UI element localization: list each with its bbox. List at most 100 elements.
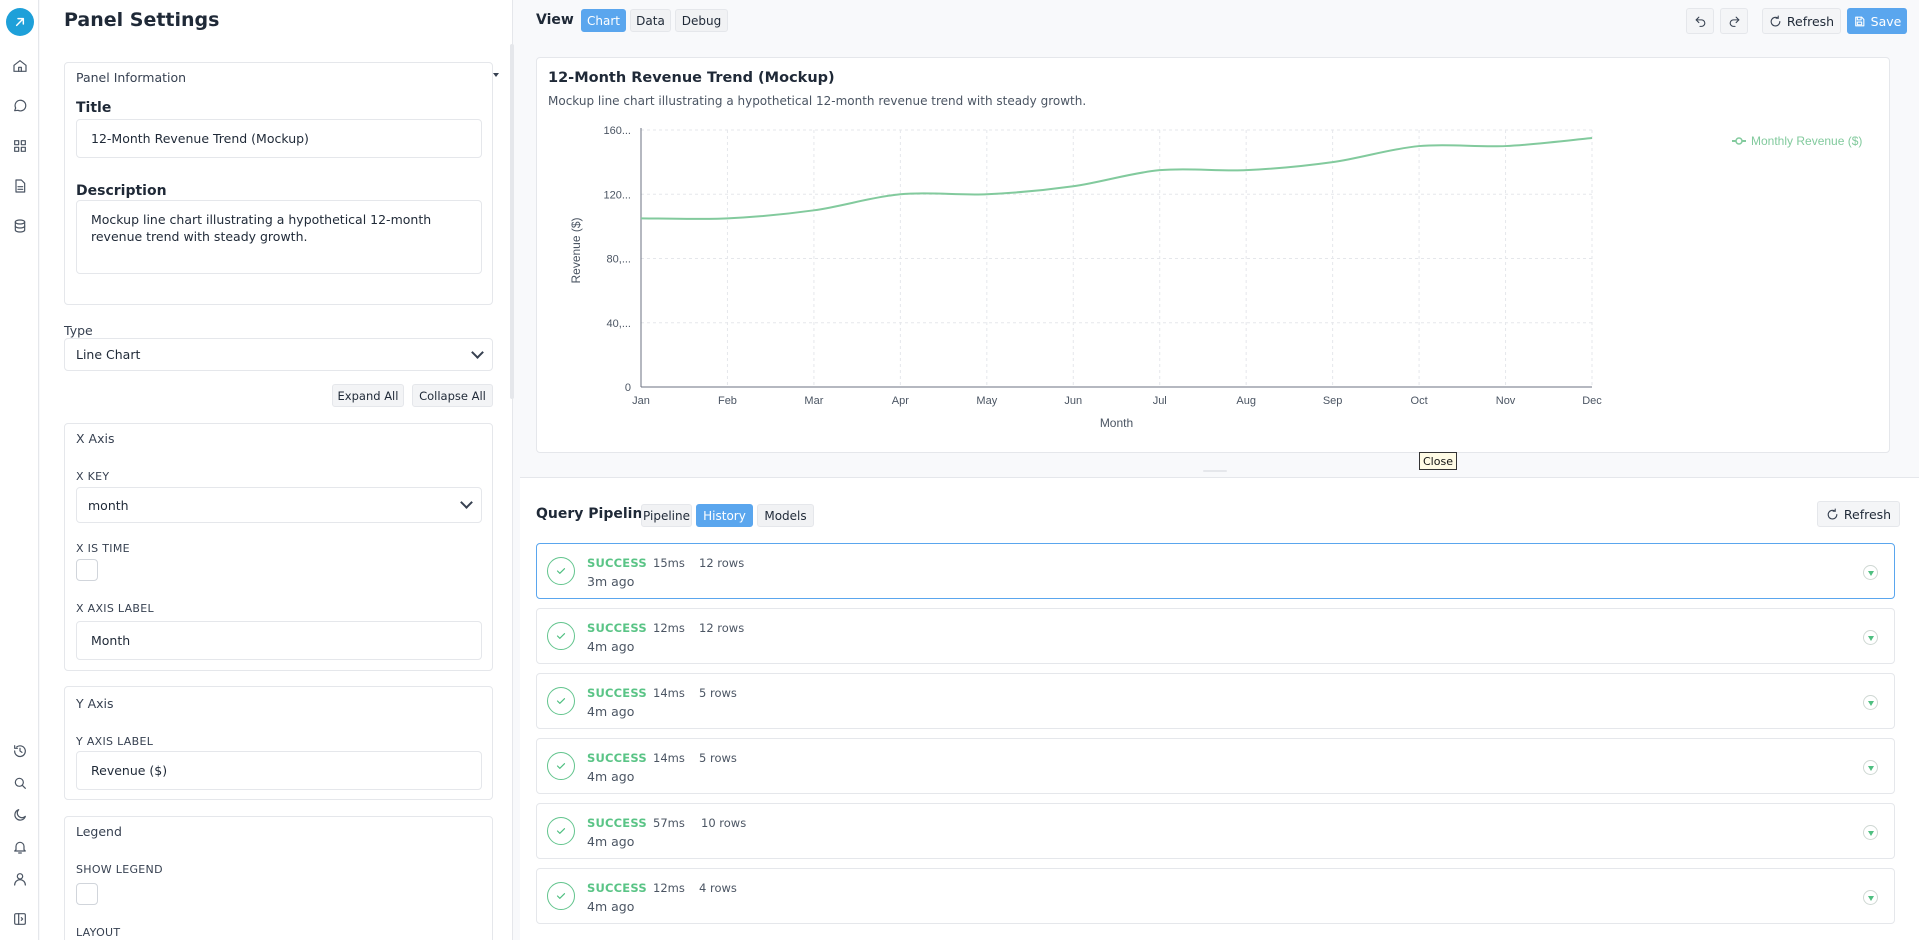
search-icon[interactable] bbox=[10, 773, 30, 793]
y-axis-header[interactable]: Y Axis bbox=[76, 696, 114, 711]
run-history-item[interactable]: SUCCESS 15ms 12 rows 3m ago bbox=[536, 543, 1895, 599]
run-row-count: 5 rows bbox=[699, 751, 737, 765]
refresh-button[interactable]: Refresh bbox=[1762, 8, 1841, 34]
type-select[interactable]: Line Chart bbox=[64, 338, 493, 371]
main-area: View Chart Data Debug Refresh Save 12-Mo… bbox=[520, 0, 1919, 940]
x-axis-label-input[interactable]: Month bbox=[76, 621, 482, 660]
y-axis-label-input[interactable]: Revenue ($) bbox=[76, 751, 482, 790]
y-axis-card: Y Axis Y AXIS LABEL Revenue ($) bbox=[64, 686, 493, 800]
expand-all-button[interactable]: Expand All bbox=[332, 384, 404, 407]
pipeline-refresh-button[interactable]: Refresh bbox=[1817, 501, 1900, 527]
x-tick-label: Sep bbox=[1323, 395, 1343, 407]
expand-run-icon[interactable] bbox=[1863, 630, 1878, 645]
run-time-ago: 3m ago bbox=[587, 574, 635, 589]
run-history-item[interactable]: SUCCESS 12ms 12 rows 4m ago bbox=[536, 608, 1895, 664]
chevron-down-icon bbox=[471, 345, 484, 359]
expand-run-icon[interactable] bbox=[1863, 695, 1878, 710]
x-tick-label: Feb bbox=[718, 395, 737, 407]
y-axis-title: Revenue ($) bbox=[569, 217, 583, 283]
legend-header[interactable]: Legend bbox=[76, 824, 122, 839]
undo-icon bbox=[1695, 16, 1705, 27]
document-icon[interactable] bbox=[10, 176, 30, 196]
run-row-count: 12 rows bbox=[699, 556, 745, 570]
save-label: Save bbox=[1870, 13, 1902, 29]
tab-data[interactable]: Data bbox=[630, 9, 671, 32]
tab-chart[interactable]: Chart bbox=[581, 9, 626, 32]
history-icon[interactable] bbox=[10, 741, 30, 761]
show-legend-label: SHOW LEGEND bbox=[76, 863, 163, 876]
run-time-ago: 4m ago bbox=[587, 639, 635, 654]
run-history-item[interactable]: SUCCESS 57ms 10 rows 4m ago bbox=[536, 803, 1895, 859]
dashboards-icon[interactable] bbox=[10, 136, 30, 156]
run-status: SUCCESS bbox=[587, 816, 647, 830]
x-tick-label: Aug bbox=[1236, 395, 1256, 407]
redo-button[interactable] bbox=[1720, 8, 1748, 34]
refresh-label: Refresh bbox=[1786, 13, 1835, 29]
x-axis-header[interactable]: X Axis bbox=[76, 431, 114, 446]
run-time-ago: 4m ago bbox=[587, 769, 635, 784]
expand-run-icon[interactable] bbox=[1863, 760, 1878, 775]
x-key-value: month bbox=[88, 497, 129, 513]
chat-icon[interactable] bbox=[10, 96, 30, 116]
collapse-all-button[interactable]: Collapse All bbox=[412, 384, 493, 407]
x-key-label: X KEY bbox=[76, 470, 110, 483]
moon-icon[interactable] bbox=[10, 805, 30, 825]
y-tick-label: 80,... bbox=[607, 254, 631, 266]
caret-down-icon[interactable] bbox=[493, 73, 499, 77]
show-legend-checkbox[interactable] bbox=[76, 883, 98, 905]
run-time-ago: 4m ago bbox=[587, 834, 635, 849]
sidebar-toggle-icon[interactable] bbox=[10, 909, 30, 929]
panel-information-header[interactable]: Panel Information bbox=[76, 70, 186, 85]
run-history-item[interactable]: SUCCESS 14ms 5 rows 4m ago bbox=[536, 738, 1895, 794]
run-duration: 12ms bbox=[653, 621, 685, 635]
tab-models[interactable]: Models bbox=[757, 504, 814, 527]
x-tick-label: Oct bbox=[1411, 395, 1428, 407]
refresh-icon bbox=[1770, 15, 1781, 26]
success-check-icon bbox=[547, 687, 575, 715]
save-button[interactable]: Save bbox=[1847, 8, 1907, 34]
x-axis-label-label: X AXIS LABEL bbox=[76, 602, 154, 615]
run-duration: 12ms bbox=[653, 881, 685, 895]
success-check-icon bbox=[547, 557, 575, 585]
success-check-icon bbox=[547, 622, 575, 650]
y-tick-label: 160... bbox=[603, 125, 631, 137]
x-is-time-checkbox[interactable] bbox=[76, 559, 98, 581]
expand-run-icon[interactable] bbox=[1863, 890, 1878, 905]
run-status: SUCCESS bbox=[587, 686, 647, 700]
home-icon[interactable] bbox=[10, 56, 30, 76]
tab-debug[interactable]: Debug bbox=[675, 9, 728, 32]
database-icon[interactable] bbox=[10, 216, 30, 236]
x-tick-label: Nov bbox=[1496, 395, 1516, 407]
run-history-item[interactable]: SUCCESS 12ms 4 rows 4m ago bbox=[536, 868, 1895, 924]
run-row-count: 5 rows bbox=[699, 686, 737, 700]
app-logo-icon[interactable] bbox=[6, 8, 34, 36]
user-icon[interactable] bbox=[10, 869, 30, 889]
expand-run-icon[interactable] bbox=[1863, 825, 1878, 840]
run-history-item[interactable]: SUCCESS 14ms 5 rows 4m ago bbox=[536, 673, 1895, 729]
run-row-count: 4 rows bbox=[699, 881, 737, 895]
panel-settings: Panel Settings Panel Information Title 1… bbox=[40, 0, 514, 940]
description-textarea[interactable]: Mockup line chart illustrating a hypothe… bbox=[76, 200, 482, 274]
x-axis-title: Month bbox=[1100, 416, 1133, 430]
tab-pipeline[interactable]: Pipeline bbox=[641, 504, 692, 527]
run-duration: 15ms bbox=[653, 556, 685, 570]
redo-icon bbox=[1729, 16, 1739, 27]
x-tick-label: Jun bbox=[1064, 395, 1082, 407]
settings-scrollbar[interactable] bbox=[510, 44, 514, 399]
x-tick-label: May bbox=[976, 395, 997, 407]
x-tick-label: Jul bbox=[1153, 395, 1167, 407]
y-tick-label: 40,... bbox=[607, 318, 631, 330]
tab-history[interactable]: History bbox=[696, 504, 753, 527]
expand-run-icon[interactable] bbox=[1863, 565, 1878, 580]
bell-icon[interactable] bbox=[10, 837, 30, 857]
x-tick-label: Dec bbox=[1582, 395, 1602, 407]
run-time-ago: 4m ago bbox=[587, 704, 635, 719]
title-input[interactable]: 12-Month Revenue Trend (Mockup) bbox=[76, 119, 482, 158]
legend-entry: Monthly Revenue ($) bbox=[1751, 134, 1862, 148]
x-key-select[interactable]: month bbox=[76, 487, 482, 523]
undo-button[interactable] bbox=[1686, 8, 1714, 34]
run-row-count: 10 rows bbox=[701, 816, 747, 830]
resize-handle[interactable] bbox=[1203, 470, 1227, 472]
run-status: SUCCESS bbox=[587, 621, 647, 635]
refresh-icon bbox=[1827, 508, 1838, 519]
